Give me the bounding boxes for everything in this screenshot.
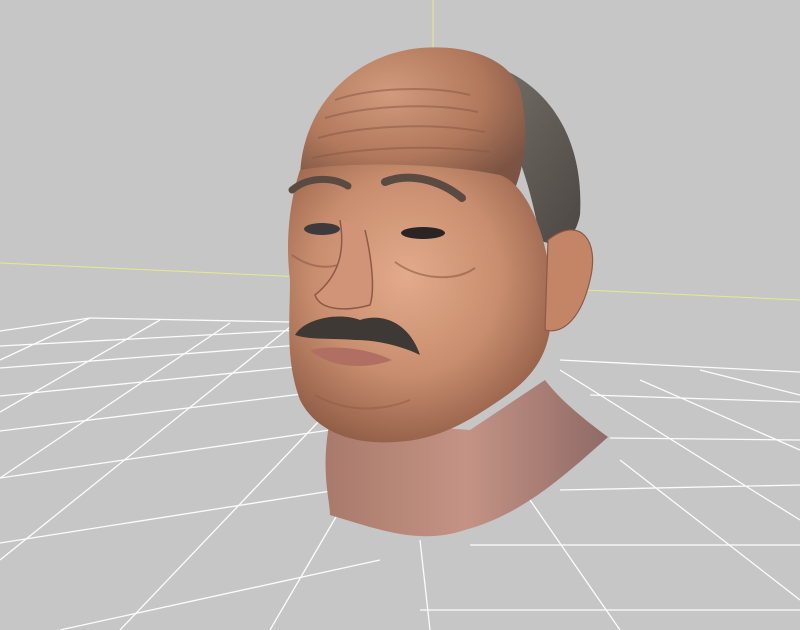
head-model[interactable] (288, 47, 608, 537)
left-eye (304, 223, 340, 235)
3d-viewport[interactable] (0, 0, 800, 630)
viewport-canvas[interactable] (0, 0, 800, 630)
right-eye (401, 227, 445, 239)
ear (544, 229, 594, 332)
